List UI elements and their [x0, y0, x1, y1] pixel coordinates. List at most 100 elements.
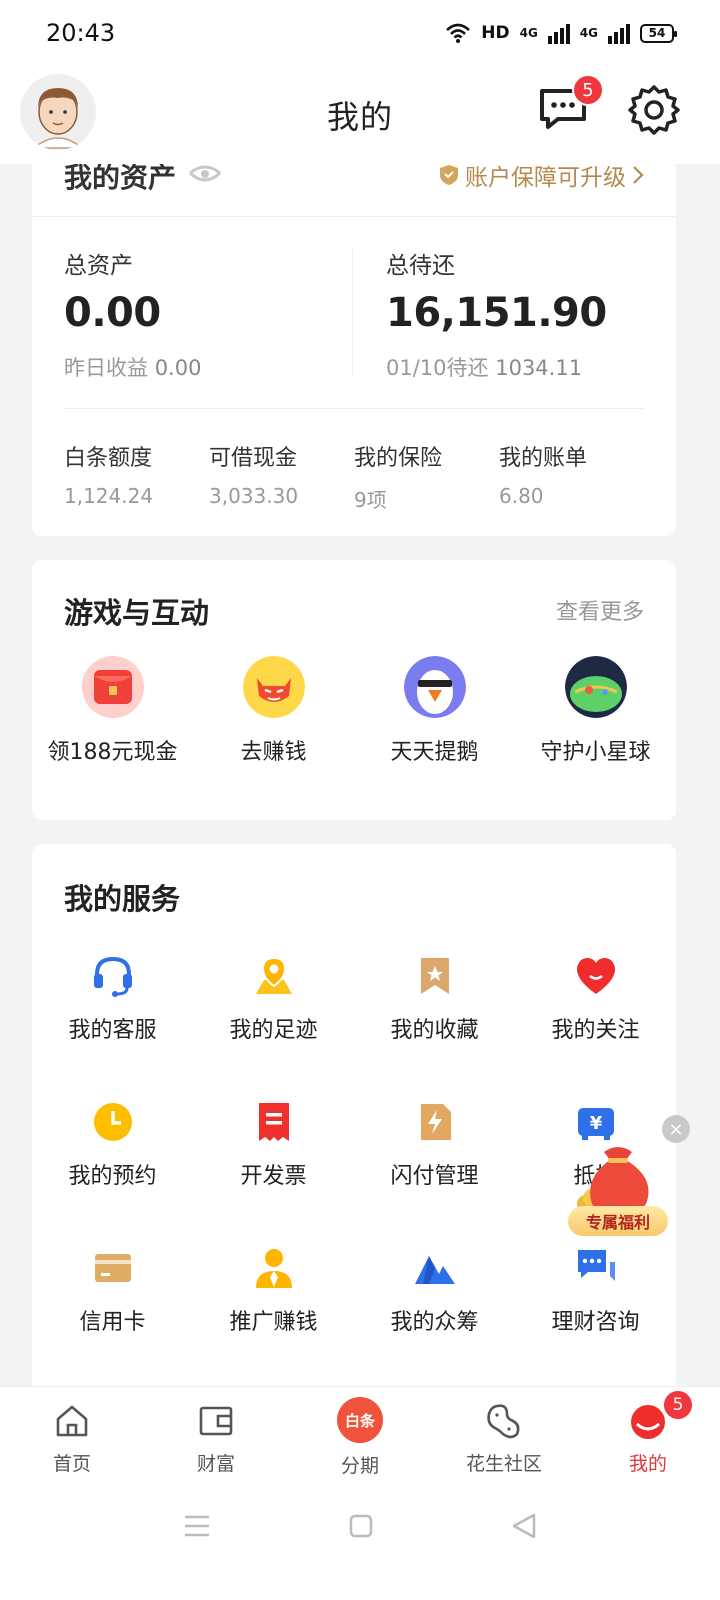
- service-credit-card[interactable]: 信用卡: [32, 1246, 193, 1336]
- status-time: 20:43: [46, 19, 116, 47]
- total-due[interactable]: 总待还 16,151.90 01/10待还 1034.11: [386, 246, 607, 382]
- game-label: 天天提鹅: [390, 740, 479, 765]
- settings-button[interactable]: [628, 84, 680, 136]
- avatar-face-icon: [20, 74, 96, 150]
- quick-item-label: 可借现金: [209, 446, 298, 471]
- red-packet-icon: [81, 656, 144, 718]
- peanut-icon: [484, 1401, 524, 1441]
- promo-label[interactable]: 专属福利: [568, 1206, 668, 1236]
- quick-item-baitiao-limit[interactable]: 白条额度 1,124.24: [64, 440, 209, 513]
- service-label: 我的客服: [68, 1018, 157, 1043]
- quick-item-cash-loan[interactable]: 可借现金 3,033.30: [209, 440, 354, 513]
- service-label: 我的收藏: [390, 1018, 479, 1043]
- service-promote-earn[interactable]: 推广赚钱: [193, 1246, 354, 1336]
- chat-bubbles-icon: [574, 1246, 618, 1290]
- shield-icon: [440, 165, 458, 185]
- tab-community[interactable]: 花生社区: [432, 1387, 576, 1486]
- signal-2-label: 4G: [579, 26, 598, 40]
- person-tie-icon: [252, 1246, 296, 1290]
- game-item-planet[interactable]: 守护小星球: [515, 656, 676, 766]
- yesterday-earnings: 昨日收益 0.00: [64, 352, 201, 382]
- tab-installment[interactable]: 白条 分期: [288, 1387, 432, 1486]
- promo-close-button[interactable]: ×: [662, 1115, 690, 1143]
- credit-card-icon: [91, 1246, 135, 1290]
- game-label: 领188元现金: [47, 740, 178, 765]
- page-title: 我的: [326, 98, 393, 136]
- lightning-card-icon: [413, 1100, 457, 1144]
- divider: [352, 248, 353, 376]
- quick-item-label: 白条额度: [64, 446, 153, 471]
- svg-text:¥: ¥: [589, 1113, 602, 1134]
- home-square-icon[interactable]: [349, 1514, 373, 1538]
- total-assets[interactable]: 总资产 0.00 昨日收益 0.00: [64, 246, 201, 382]
- back-icon[interactable]: [511, 1512, 537, 1540]
- eye-icon[interactable]: [188, 165, 222, 187]
- games-title: 游戏与互动: [64, 596, 210, 630]
- game-item-goose[interactable]: 天天提鹅: [354, 656, 515, 766]
- app-header: 我的 5: [0, 66, 720, 164]
- total-due-label: 总待还: [386, 253, 455, 279]
- service-following[interactable]: 我的关注: [515, 954, 676, 1044]
- signal-1-icon: [547, 22, 570, 44]
- games-card: 游戏与互动 查看更多 领188元现金 去赚钱 天天提鹅 守护小星球: [32, 560, 676, 820]
- goose-icon: [403, 656, 466, 718]
- tab-label: 我的: [628, 1453, 667, 1475]
- quick-item-label: 我的保险: [354, 446, 443, 471]
- tab-home[interactable]: 首页: [0, 1387, 144, 1486]
- assets-quick-row: 白条额度 1,124.24 可借现金 3,033.30 我的保险 9项 我的账单…: [64, 440, 664, 513]
- devil-face-icon: [242, 656, 305, 718]
- signal-1-label: 4G: [519, 26, 538, 40]
- due-date-value: 1034.11: [495, 356, 583, 380]
- view-more-link[interactable]: 查看更多: [556, 594, 644, 626]
- quick-item-insurance[interactable]: 我的保险 9项: [354, 440, 499, 513]
- quick-item-value: 3,033.30: [209, 484, 299, 508]
- quick-item-value: 9项: [354, 488, 387, 512]
- service-label: 我的众筹: [390, 1310, 479, 1335]
- total-assets-label: 总资产: [64, 253, 133, 279]
- home-icon: [52, 1401, 92, 1441]
- total-due-value: 16,151.90: [386, 290, 607, 336]
- game-item-earn-money[interactable]: 去赚钱: [193, 656, 354, 766]
- network-label: HD: [481, 23, 510, 43]
- baitiao-icon: 白条: [337, 1397, 383, 1443]
- heart-icon: [574, 954, 618, 998]
- message-badge: 5: [572, 74, 604, 106]
- tab-me[interactable]: 5 我的: [576, 1387, 720, 1486]
- page: 20:43 HD 4G 4G 54 我的资产 账户保障可升级 总资产 0.00 …: [0, 0, 720, 1600]
- service-label: 我的关注: [551, 1018, 640, 1043]
- headset-icon: [91, 954, 135, 998]
- menu-icon[interactable]: [183, 1514, 211, 1538]
- service-favorites[interactable]: 我的收藏: [354, 954, 515, 1044]
- service-footprint[interactable]: 我的足迹: [193, 954, 354, 1044]
- service-crowdfunding[interactable]: 我的众筹: [354, 1246, 515, 1336]
- status-indicators: HD 4G 4G 54: [445, 22, 677, 44]
- service-invoice[interactable]: 开发票: [193, 1100, 354, 1190]
- clock-icon: [91, 1100, 135, 1144]
- service-quickpay[interactable]: 闪付管理: [354, 1100, 515, 1190]
- total-assets-value: 0.00: [64, 290, 161, 336]
- service-label: 信用卡: [79, 1310, 146, 1335]
- games-row: 领188元现金 去赚钱 天天提鹅 守护小星球: [32, 656, 676, 766]
- yesterday-value: 0.00: [154, 356, 202, 380]
- quick-item-value: 1,124.24: [64, 484, 154, 508]
- game-label: 去赚钱: [240, 740, 307, 765]
- avatar[interactable]: [20, 74, 96, 150]
- divider: [32, 216, 676, 217]
- tab-wealth[interactable]: 财富: [144, 1387, 288, 1486]
- game-item-cash-red-packet[interactable]: 领188元现金: [32, 656, 193, 766]
- quick-item-value: 6.80: [499, 484, 544, 508]
- system-nav-bar: [0, 1486, 720, 1600]
- tab-label: 财富: [196, 1453, 235, 1475]
- service-label: 开发票: [240, 1164, 307, 1189]
- quick-item-label: 我的账单: [499, 446, 588, 471]
- invoice-icon: [252, 1100, 296, 1144]
- gear-icon: [628, 85, 680, 135]
- service-customer-support[interactable]: 我的客服: [32, 954, 193, 1044]
- bookmark-icon: [413, 954, 457, 998]
- services-title: 我的服务: [64, 882, 181, 916]
- service-reservation[interactable]: 我的预约: [32, 1100, 193, 1190]
- quick-item-bill[interactable]: 我的账单 6.80: [499, 440, 644, 513]
- service-finance-consult[interactable]: 理财咨询: [515, 1246, 676, 1336]
- planet-icon: [564, 656, 627, 718]
- game-label: 守护小星球: [540, 740, 651, 765]
